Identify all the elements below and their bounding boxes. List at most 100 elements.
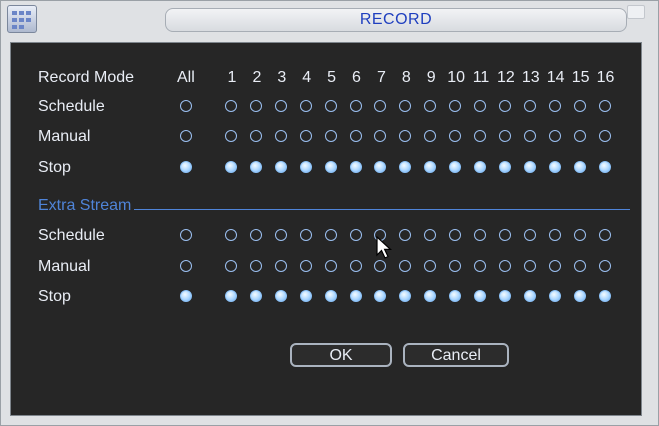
extra-manual-channel-6-radio[interactable] (349, 260, 362, 272)
main-manual-channel-1-radio[interactable] (225, 130, 237, 142)
main-stop-channel-9-radio[interactable] (424, 161, 437, 173)
extra-stop-channel-16-radio[interactable] (598, 290, 611, 302)
main-stop-channel-15-radio[interactable] (573, 161, 586, 173)
main-manual-channel-7-radio[interactable] (374, 130, 387, 142)
main-stop-channel-8-radio[interactable] (399, 161, 412, 173)
extra-stop-channel-11-radio[interactable] (474, 290, 486, 302)
main-schedule-channel-10-radio[interactable] (449, 100, 462, 112)
extra-schedule-channel-10-radio[interactable] (449, 229, 462, 241)
extra-stop-channel-2-radio[interactable] (249, 290, 262, 302)
extra-stop-channel-15-radio[interactable] (573, 290, 586, 302)
extra-manual-channel-11-radio[interactable] (474, 260, 486, 272)
main-manual-channel-8-radio[interactable] (399, 130, 412, 142)
cancel-button[interactable]: Cancel (403, 343, 509, 367)
main-manual-channel-11-radio[interactable] (474, 130, 486, 142)
main-schedule-channel-5-radio[interactable] (324, 100, 337, 112)
extra-schedule-channel-12-radio[interactable] (498, 229, 511, 241)
main-schedule-channel-9-radio[interactable] (424, 100, 437, 112)
extra-manual-channel-12-radio[interactable] (498, 260, 511, 272)
extra-stop-all-radio[interactable] (180, 290, 192, 302)
main-schedule-channel-8-radio[interactable] (399, 100, 412, 112)
main-schedule-channel-6-radio[interactable] (349, 100, 362, 112)
extra-manual-channel-4-radio[interactable] (299, 260, 312, 272)
main-stop-channel-14-radio[interactable] (548, 161, 561, 173)
main-manual-channel-16-radio[interactable] (598, 130, 611, 142)
main-schedule-channel-15-radio[interactable] (573, 100, 586, 112)
extra-stop-channel-3-radio[interactable] (274, 290, 287, 302)
extra-schedule-channel-13-radio[interactable] (523, 229, 536, 241)
extra-stop-channel-5-radio[interactable] (324, 290, 337, 302)
main-stop-channel-3-radio[interactable] (274, 161, 287, 173)
main-manual-channel-13-radio[interactable] (523, 130, 536, 142)
main-manual-channel-9-radio[interactable] (424, 130, 437, 142)
extra-stop-channel-12-radio[interactable] (498, 290, 511, 302)
extra-stop-channel-13-radio[interactable] (523, 290, 536, 302)
main-schedule-channel-12-radio[interactable] (498, 100, 511, 112)
extra-stop-channel-9-radio[interactable] (424, 290, 437, 302)
main-manual-channel-14-radio[interactable] (548, 130, 561, 142)
extra-schedule-channel-9-radio[interactable] (424, 229, 437, 241)
extra-manual-all-radio[interactable] (180, 260, 192, 272)
extra-stop-channel-10-radio[interactable] (449, 290, 462, 302)
main-schedule-all-radio[interactable] (180, 100, 192, 112)
main-manual-channel-4-radio[interactable] (299, 130, 312, 142)
main-stop-all-radio[interactable] (180, 161, 192, 173)
extra-manual-channel-8-radio[interactable] (399, 260, 412, 272)
main-schedule-channel-13-radio[interactable] (523, 100, 536, 112)
main-schedule-channel-16-radio[interactable] (598, 100, 611, 112)
extra-manual-channel-9-radio[interactable] (424, 260, 437, 272)
main-stop-channel-16-radio[interactable] (598, 161, 611, 173)
extra-manual-channel-3-radio[interactable] (274, 260, 287, 272)
main-manual-all-radio[interactable] (180, 130, 192, 142)
main-stop-channel-5-radio[interactable] (324, 161, 337, 173)
extra-schedule-channel-1-radio[interactable] (225, 229, 237, 241)
window-control-button[interactable] (627, 5, 645, 19)
main-schedule-channel-11-radio[interactable] (474, 100, 486, 112)
extra-schedule-channel-15-radio[interactable] (573, 229, 586, 241)
extra-manual-channel-5-radio[interactable] (324, 260, 337, 272)
main-stop-channel-12-radio[interactable] (498, 161, 511, 173)
ok-button[interactable]: OK (290, 343, 392, 367)
main-stop-channel-6-radio[interactable] (349, 161, 362, 173)
main-schedule-channel-2-radio[interactable] (249, 100, 262, 112)
main-stop-channel-11-radio[interactable] (474, 161, 486, 173)
main-manual-channel-12-radio[interactable] (498, 130, 511, 142)
main-manual-channel-5-radio[interactable] (324, 130, 337, 142)
extra-schedule-channel-14-radio[interactable] (548, 229, 561, 241)
extra-schedule-channel-3-radio[interactable] (274, 229, 287, 241)
main-schedule-channel-1-radio[interactable] (225, 100, 237, 112)
extra-schedule-channel-11-radio[interactable] (474, 229, 486, 241)
main-stop-channel-10-radio[interactable] (449, 161, 462, 173)
extra-manual-channel-1-radio[interactable] (225, 260, 237, 272)
extra-stop-channel-1-radio[interactable] (225, 290, 237, 302)
main-schedule-channel-4-radio[interactable] (299, 100, 312, 112)
main-schedule-channel-7-radio[interactable] (374, 100, 387, 112)
extra-stop-channel-7-radio[interactable] (374, 290, 387, 302)
extra-stop-channel-8-radio[interactable] (399, 290, 412, 302)
main-stop-channel-13-radio[interactable] (523, 161, 536, 173)
extra-manual-channel-15-radio[interactable] (573, 260, 586, 272)
main-schedule-channel-3-radio[interactable] (274, 100, 287, 112)
main-manual-channel-2-radio[interactable] (249, 130, 262, 142)
extra-stop-channel-6-radio[interactable] (349, 290, 362, 302)
extra-schedule-channel-2-radio[interactable] (249, 229, 262, 241)
extra-schedule-channel-4-radio[interactable] (299, 229, 312, 241)
extra-schedule-channel-16-radio[interactable] (598, 229, 611, 241)
main-stop-channel-1-radio[interactable] (225, 161, 237, 173)
main-manual-channel-10-radio[interactable] (449, 130, 462, 142)
main-stop-channel-7-radio[interactable] (374, 161, 387, 173)
extra-manual-channel-10-radio[interactable] (449, 260, 462, 272)
extra-stop-channel-14-radio[interactable] (548, 290, 561, 302)
extra-schedule-channel-6-radio[interactable] (349, 229, 362, 241)
extra-schedule-all-radio[interactable] (180, 229, 192, 241)
extra-schedule-channel-8-radio[interactable] (399, 229, 412, 241)
extra-manual-channel-2-radio[interactable] (249, 260, 262, 272)
main-stop-channel-4-radio[interactable] (299, 161, 312, 173)
main-manual-channel-15-radio[interactable] (573, 130, 586, 142)
extra-manual-channel-16-radio[interactable] (598, 260, 611, 272)
main-stop-channel-2-radio[interactable] (249, 161, 262, 173)
main-manual-channel-3-radio[interactable] (274, 130, 287, 142)
extra-stop-channel-4-radio[interactable] (299, 290, 312, 302)
extra-manual-channel-14-radio[interactable] (548, 260, 561, 272)
main-schedule-channel-14-radio[interactable] (548, 100, 561, 112)
